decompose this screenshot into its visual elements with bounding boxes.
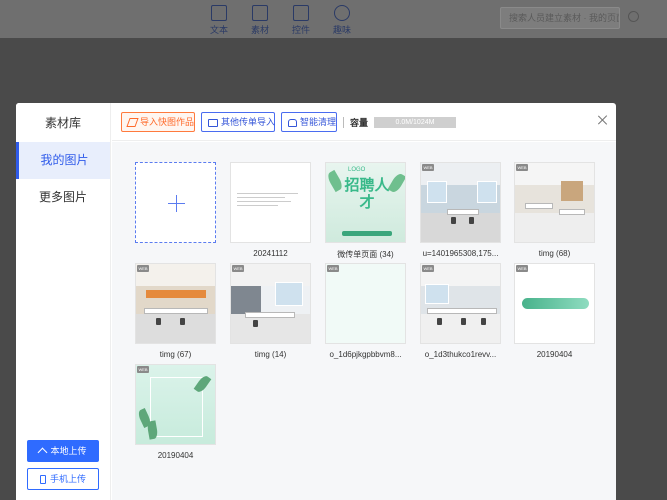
image-thumbnail[interactable]: WEB xyxy=(230,263,311,344)
office-photo xyxy=(231,264,310,343)
add-image-tile[interactable] xyxy=(135,162,216,243)
nav-item-more-images[interactable]: 更多图片 xyxy=(16,179,110,216)
office-photo xyxy=(136,264,215,343)
close-icon[interactable] xyxy=(596,114,610,128)
toolbar-fun-label: 趣味 xyxy=(332,25,351,35)
image-card[interactable]: WEB timg (68) xyxy=(514,162,595,258)
toolbar-text-tool[interactable]: 文本 xyxy=(205,5,233,36)
image-card[interactable]: WEB 20190404 xyxy=(135,364,216,460)
recruit-poster-preview: LOGO 招聘人才 xyxy=(326,163,405,242)
green-frame-preview xyxy=(136,365,215,444)
search-icon[interactable] xyxy=(628,11,639,22)
image-icon xyxy=(252,5,268,21)
image-thumbnail[interactable]: LOGO 招聘人才 xyxy=(325,162,406,243)
poster-headline: 招聘人才 xyxy=(344,177,390,211)
image-caption: timg (68) xyxy=(538,249,571,258)
smart-clean-button[interactable]: 智能清理 xyxy=(281,112,337,132)
add-image-box[interactable] xyxy=(135,162,216,243)
upload-local-label: 本地上传 xyxy=(50,446,87,456)
image-card[interactable]: WEB o_1d3thukco1revv... xyxy=(420,263,501,359)
web-badge: WEB xyxy=(422,164,434,171)
capacity-bar: 0.0M/1024M xyxy=(374,117,456,128)
image-caption: timg (14) xyxy=(254,350,287,359)
office-photo xyxy=(515,163,594,242)
image-caption: 微传单页面 (34) xyxy=(337,250,394,259)
web-badge: WEB xyxy=(327,265,339,272)
quick-import-button[interactable]: 导入快图作品 xyxy=(121,112,195,132)
modal-sidenav: 素材库 我的图片 更多图片 本地上传 手机上传 xyxy=(16,103,111,500)
toolbar-material-label: 素材 xyxy=(250,25,269,35)
office-photo xyxy=(421,264,500,343)
image-card[interactable]: WEB u=1401965308,175... xyxy=(420,162,501,258)
image-thumbnail[interactable]: WEB xyxy=(514,162,595,243)
phone-icon xyxy=(39,475,46,485)
web-badge: WEB xyxy=(516,265,528,272)
nav-item-library[interactable]: 素材库 xyxy=(16,105,110,142)
poster-logo: LOGO xyxy=(348,167,366,173)
web-badge: WEB xyxy=(137,366,149,373)
image-card[interactable]: WEB timg (14) xyxy=(230,263,311,359)
nav-item-my-images[interactable]: 我的图片 xyxy=(16,142,110,179)
image-card[interactable]: WEB o_1d6pjkgpbbvm8... xyxy=(325,263,406,359)
plus-icon xyxy=(168,195,185,212)
office-photo xyxy=(421,163,500,242)
image-thumbnail[interactable]: WEB xyxy=(135,364,216,445)
mint-background-preview xyxy=(326,264,405,343)
image-grid: 20241112 LOGO 招聘人才 微传单页面 (34) WEB u=1401… xyxy=(112,142,616,500)
toolbar-widget-label: 控件 xyxy=(291,25,310,35)
text-icon xyxy=(211,5,227,21)
toolbar-fun-tool[interactable]: 趣味 xyxy=(328,5,356,36)
folder-icon xyxy=(208,118,218,127)
broom-icon xyxy=(288,118,297,127)
image-card[interactable]: WEB timg (67) xyxy=(135,263,216,359)
image-caption: o_1d6pjkgpbbvm8... xyxy=(329,350,402,359)
editor-toolbar: 文本 素材 控件 趣味 搜索人员建立素材 · 我的页面 xyxy=(0,0,667,38)
other-import-button[interactable]: 其他传单导入 xyxy=(201,112,275,132)
upload-phone-label: 手机上传 xyxy=(49,474,86,484)
image-caption: timg (67) xyxy=(159,350,192,359)
upload-phone-button[interactable]: 手机上传 xyxy=(27,468,99,490)
image-caption: 20190404 xyxy=(536,350,573,359)
other-import-label: 其他传单导入 xyxy=(221,117,276,127)
toolbar-material-tool[interactable]: 素材 xyxy=(246,5,274,36)
upload-local-button[interactable]: 本地上传 xyxy=(27,440,99,462)
bolt-icon xyxy=(126,118,139,128)
image-thumbnail[interactable]: WEB xyxy=(325,263,406,344)
editor-search-input[interactable]: 搜索人员建立素材 · 我的页面 xyxy=(500,7,620,29)
toolbar-text-label: 文本 xyxy=(209,25,228,35)
capacity-label: 容量 xyxy=(350,118,369,128)
image-thumbnail[interactable]: WEB xyxy=(135,263,216,344)
image-caption: 20241112 xyxy=(253,249,288,258)
modal-header: 导入快图作品 其他传单导入 智能清理 容量 0.0M/1024M xyxy=(112,103,616,141)
web-badge: WEB xyxy=(516,164,528,171)
document-preview xyxy=(237,193,305,209)
green-bar-preview xyxy=(522,298,589,309)
image-thumbnail[interactable]: WEB xyxy=(420,263,501,344)
web-badge: WEB xyxy=(137,265,149,272)
web-badge: WEB xyxy=(232,265,244,272)
header-divider xyxy=(343,117,344,128)
image-thumbnail[interactable] xyxy=(230,162,311,243)
smart-clean-label: 智能清理 xyxy=(300,117,337,127)
quick-import-label: 导入快图作品 xyxy=(140,117,195,127)
material-modal: 素材库 我的图片 更多图片 本地上传 手机上传 导入快图作品 其他传单导入 智能… xyxy=(16,103,616,500)
upload-icon xyxy=(38,447,48,458)
web-badge: WEB xyxy=(422,265,434,272)
image-caption: o_1d3thukco1revv... xyxy=(424,350,497,359)
toolbar-widget-tool[interactable]: 控件 xyxy=(287,5,315,36)
bulb-icon xyxy=(334,5,350,21)
image-card[interactable]: 20241112 xyxy=(230,162,311,258)
image-thumbnail[interactable]: WEB xyxy=(514,263,595,344)
image-card[interactable]: LOGO 招聘人才 微传单页面 (34) xyxy=(325,162,406,260)
image-caption: 20190404 xyxy=(157,451,194,460)
image-card[interactable]: WEB 20190404 xyxy=(514,263,595,359)
image-caption: u=1401965308,175... xyxy=(422,249,499,258)
image-thumbnail[interactable]: WEB xyxy=(420,162,501,243)
widget-icon xyxy=(293,5,309,21)
capacity-text: 0.0M/1024M xyxy=(395,119,435,126)
